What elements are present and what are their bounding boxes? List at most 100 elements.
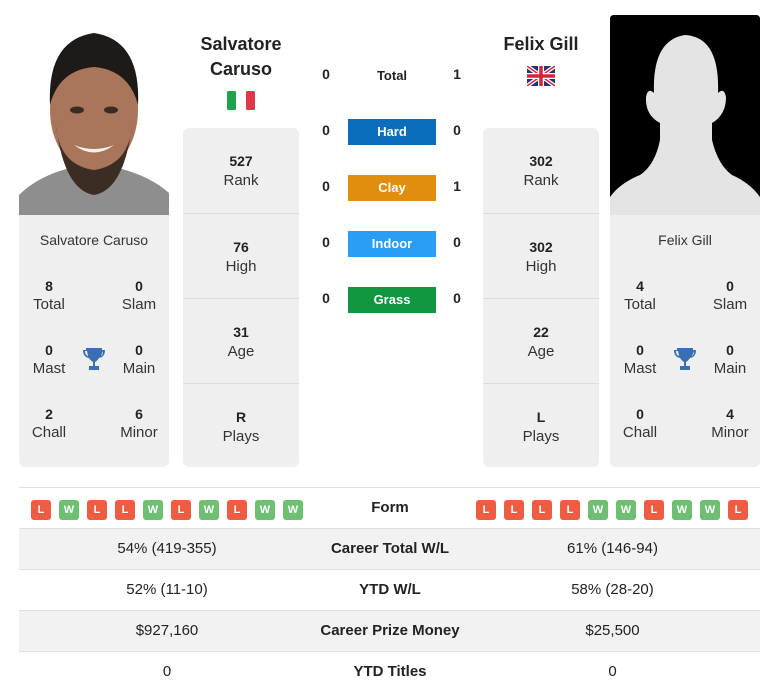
form-loss-badge[interactable]: L xyxy=(728,500,748,520)
player2-photo[interactable] xyxy=(610,15,760,215)
label: High xyxy=(225,258,257,275)
h2h-clay-p1: 0 xyxy=(322,178,330,194)
form-win-badge[interactable]: W xyxy=(143,500,163,520)
form-loss-badge[interactable]: L xyxy=(115,500,135,520)
table-row: 0 YTD Titles 0 xyxy=(19,651,760,692)
label: Slam xyxy=(712,296,748,313)
player2-main-titles: 0 Main xyxy=(700,341,760,379)
player1-value: 54% (419-355) xyxy=(117,540,217,557)
form-win-badge[interactable]: W xyxy=(283,500,303,520)
h2h-total-p2: 1 xyxy=(453,66,461,82)
label: Mast xyxy=(32,360,66,377)
value: 4 xyxy=(636,278,644,294)
label: Minor xyxy=(120,424,158,441)
label: High xyxy=(525,258,557,275)
form-win-badge[interactable]: W xyxy=(672,500,692,520)
uk-flag-icon xyxy=(527,66,555,86)
form-win-badge[interactable]: W xyxy=(588,500,608,520)
surface-hard-button[interactable]: Hard xyxy=(348,119,436,145)
h2h-indoor-p2: 0 xyxy=(453,234,461,250)
value: 8 xyxy=(45,278,53,294)
player2-minor-titles: 4 Minor xyxy=(700,405,760,443)
player1-chall-titles: 2 Chall xyxy=(19,405,79,443)
player1-form: LWLLWLWLWW xyxy=(31,500,303,520)
form-loss-badge[interactable]: L xyxy=(227,500,247,520)
player2-age: 22 Age xyxy=(483,298,599,383)
player1-high: 76 High xyxy=(183,213,299,298)
value: 0 xyxy=(726,278,734,294)
player1-name-link[interactable]: Salvatore Caruso xyxy=(183,32,299,82)
table-row: 54% (419-355) Career Total W/L 61% (146-… xyxy=(19,528,760,569)
form-loss-badge[interactable]: L xyxy=(31,500,51,520)
player2-name-link[interactable]: Felix Gill xyxy=(483,32,599,57)
h2h-hard-p1: 0 xyxy=(322,122,330,138)
value: 76 xyxy=(233,239,249,255)
form-win-badge[interactable]: W xyxy=(199,500,219,520)
player2-value: $25,500 xyxy=(585,622,640,639)
player2-rank: 302 Rank xyxy=(483,128,599,213)
surface-clay-button[interactable]: Clay xyxy=(348,175,436,201)
row-label: Career Total W/L xyxy=(330,540,450,557)
trophy-icon xyxy=(674,348,696,370)
form-loss-badge[interactable]: L xyxy=(560,500,580,520)
form-loss-badge[interactable]: L xyxy=(532,500,552,520)
player2-titles-card: Felix Gill 4 Total 0 Slam 0 Mast 0 Main … xyxy=(610,215,760,467)
player2-plays: L Plays xyxy=(483,383,599,468)
player1-plays: R Plays xyxy=(183,383,299,468)
form-loss-badge[interactable]: L xyxy=(87,500,107,520)
player2-value: 0 xyxy=(608,663,617,680)
row-label: YTD W/L xyxy=(359,581,421,598)
value: 0 xyxy=(135,278,143,294)
player1-main-titles: 0 Main xyxy=(109,341,169,379)
row-label: Career Prize Money xyxy=(320,622,460,639)
label: Rank xyxy=(223,172,259,189)
player2-high: 302 High xyxy=(483,213,599,298)
form-win-badge[interactable]: W xyxy=(255,500,275,520)
form-row: LWLLWLWLWW Form LLLLWWLWWL xyxy=(19,487,760,528)
value: 302 xyxy=(529,153,553,169)
form-win-badge[interactable]: W xyxy=(616,500,636,520)
label: Chall xyxy=(622,424,658,441)
label: Main xyxy=(713,360,747,377)
h2h-hard-p2: 0 xyxy=(453,122,461,138)
form-loss-badge[interactable]: L xyxy=(504,500,524,520)
table-row: 52% (11-10) YTD W/L 58% (28-20) xyxy=(19,569,760,610)
h2h-total-label: Total xyxy=(376,68,408,83)
form-loss-badge[interactable]: L xyxy=(644,500,664,520)
label: Minor xyxy=(711,424,749,441)
player1-info-column: 527 Rank 76 High 31 Age R Plays xyxy=(183,128,299,467)
player1-slam-titles: 0 Slam xyxy=(109,277,169,315)
player1-card-name: Salvatore Caruso xyxy=(39,232,149,248)
player2-card-name: Felix Gill xyxy=(658,232,712,248)
value: 2 xyxy=(45,406,53,422)
value: 0 xyxy=(636,342,644,358)
value: R xyxy=(235,409,247,425)
player2-slam-titles: 0 Slam xyxy=(700,277,760,315)
value: 0 xyxy=(135,342,143,358)
form-win-badge[interactable]: W xyxy=(59,500,79,520)
player2-info-column: 302 Rank 302 High 22 Age L Plays xyxy=(483,128,599,467)
surface-grass-button[interactable]: Grass xyxy=(348,287,436,313)
player1-titles-card: Salvatore Caruso 8 Total 0 Slam 0 Mast 0… xyxy=(19,215,169,467)
form-loss-badge[interactable]: L xyxy=(171,500,191,520)
player1-name-line2: Caruso xyxy=(209,59,272,79)
label: Total xyxy=(33,296,65,313)
player1-name-line1: Salvatore xyxy=(200,34,282,54)
form-loss-badge[interactable]: L xyxy=(476,500,496,520)
player2-chall-titles: 0 Chall xyxy=(610,405,670,443)
h2h-grass-p1: 0 xyxy=(322,290,330,306)
label: Mast xyxy=(623,360,657,377)
player1-age: 31 Age xyxy=(183,298,299,383)
row-label: YTD Titles xyxy=(353,663,427,680)
label: Main xyxy=(122,360,156,377)
form-win-badge[interactable]: W xyxy=(700,500,720,520)
surface-indoor-button[interactable]: Indoor xyxy=(348,231,436,257)
label: Age xyxy=(227,343,255,360)
h2h-total-p1: 0 xyxy=(322,66,330,82)
player1-photo[interactable] xyxy=(19,15,169,215)
value: 0 xyxy=(45,342,53,358)
h2h-indoor-p1: 0 xyxy=(322,234,330,250)
player2-value: 58% (28-20) xyxy=(571,581,654,598)
label: Plays xyxy=(222,428,260,445)
label: Plays xyxy=(522,428,560,445)
